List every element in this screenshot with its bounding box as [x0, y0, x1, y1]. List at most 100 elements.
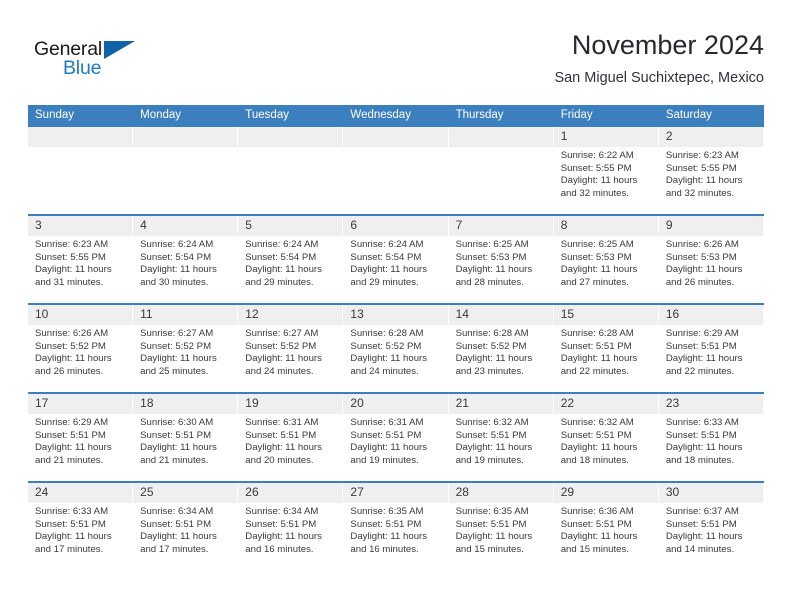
calendar-day-cell[interactable]: 23 Sunrise: 6:33 AM Sunset: 5:51 PM Dayligh…	[658, 392, 764, 482]
calendar-day-cell[interactable]: 21 Sunrise: 6:32 AM Sunset: 5:51 PM Dayligh…	[448, 392, 554, 482]
day-cell-inner: 20 Sunrise: 6:31 AM Sunset: 5:51 PM Dayligh…	[343, 394, 448, 481]
title-block: November 2024 San Miguel Suchixtepec, Me…	[554, 28, 764, 88]
sunrise-text: Sunrise: 6:24 AM	[350, 239, 424, 250]
sunset-text: Sunset: 5:55 PM	[35, 251, 106, 263]
day-number: 4	[133, 216, 238, 236]
day-number: 20	[343, 394, 448, 414]
daylight-text: Daylight: 11 hours and 22 minutes.	[560, 353, 638, 377]
sunrise-text: Sunrise: 6:26 AM	[35, 328, 109, 339]
daylight-text: Daylight: 11 hours and 25 minutes.	[140, 353, 217, 377]
weekday-header-monday: Monday	[133, 105, 239, 126]
calendar-day-cell[interactable]: 1 Sunrise: 6:22 AM Sunset: 5:55 PM Daylight…	[553, 125, 659, 215]
calendar-week-row: 10 Sunrise: 6:26 AM Sunset: 5:52 PM Dayligh…	[28, 303, 764, 393]
sun-details: Sunrise: 6:34 AM Sunset: 5:51 PM Daylight:…	[133, 503, 237, 556]
daylight-text: Daylight: 11 hours and 24 minutes.	[245, 353, 322, 377]
day-cell-inner: 18 Sunrise: 6:30 AM Sunset: 5:51 PM Dayligh…	[133, 394, 238, 481]
calendar-day-cell[interactable]: 25 Sunrise: 6:34 AM Sunset: 5:51 PM Dayligh…	[133, 481, 239, 570]
sunset-text: Sunset: 5:51 PM	[560, 518, 632, 530]
calendar-day-cell[interactable]: 22 Sunrise: 6:32 AM Sunset: 5:51 PM Dayligh…	[553, 392, 659, 482]
calendar-day-cell[interactable]: 27 Sunrise: 6:35 AM Sunset: 5:51 PM Dayligh…	[343, 481, 449, 570]
sunrise-text: Sunrise: 6:29 AM	[35, 417, 109, 428]
sun-details: Sunrise: 6:29 AM Sunset: 5:51 PM Daylight:…	[28, 414, 132, 467]
sunset-text: Sunset: 5:51 PM	[560, 340, 632, 352]
day-number: 15	[553, 305, 658, 325]
sunrise-text: Sunrise: 6:24 AM	[245, 239, 319, 250]
sun-details: Sunrise: 6:23 AM Sunset: 5:55 PM Daylight:…	[659, 147, 763, 200]
day-cell-inner: 17 Sunrise: 6:29 AM Sunset: 5:51 PM Dayligh…	[28, 394, 133, 481]
day-number	[28, 127, 133, 147]
sun-details: Sunrise: 6:31 AM Sunset: 5:51 PM Daylight:…	[343, 414, 447, 467]
weekday-header-wednesday: Wednesday	[343, 105, 449, 126]
calendar-day-cell[interactable]: 9 Sunrise: 6:26 AM Sunset: 5:53 PM Daylight…	[658, 214, 764, 304]
day-cell-inner	[343, 127, 448, 214]
day-cell-inner: 29 Sunrise: 6:36 AM Sunset: 5:51 PM Dayligh…	[553, 483, 658, 570]
calendar-day-cell[interactable]: 19 Sunrise: 6:31 AM Sunset: 5:51 PM Dayligh…	[238, 392, 344, 482]
calendar-day-cell[interactable]: 26 Sunrise: 6:34 AM Sunset: 5:51 PM Dayligh…	[238, 481, 344, 570]
calendar-day-cell[interactable]: 6 Sunrise: 6:24 AM Sunset: 5:54 PM Daylight…	[343, 214, 449, 304]
sunset-text: Sunset: 5:53 PM	[560, 251, 632, 263]
daylight-text: Daylight: 11 hours and 19 minutes.	[350, 442, 428, 466]
calendar-day-cell[interactable]: 16 Sunrise: 6:29 AM Sunset: 5:51 PM Dayligh…	[658, 303, 764, 393]
calendar-day-cell[interactable]: 2 Sunrise: 6:23 AM Sunset: 5:55 PM Daylight…	[658, 125, 764, 215]
calendar-day-cell[interactable]: 13 Sunrise: 6:28 AM Sunset: 5:52 PM Dayligh…	[343, 303, 449, 393]
calendar-day-cell[interactable]: 12 Sunrise: 6:27 AM Sunset: 5:52 PM Dayligh…	[238, 303, 344, 393]
daylight-text: Daylight: 11 hours and 15 minutes.	[560, 531, 638, 555]
sun-details: Sunrise: 6:25 AM Sunset: 5:53 PM Daylight:…	[554, 236, 658, 289]
calendar-day-cell[interactable]: 3 Sunrise: 6:23 AM Sunset: 5:55 PM Daylight…	[28, 214, 134, 304]
day-cell-inner: 2 Sunrise: 6:23 AM Sunset: 5:55 PM Daylight…	[658, 127, 763, 214]
sun-details: Sunrise: 6:37 AM Sunset: 5:51 PM Daylight:…	[659, 503, 763, 556]
calendar-day-cell[interactable]: 18 Sunrise: 6:30 AM Sunset: 5:51 PM Dayligh…	[133, 392, 239, 482]
calendar-day-cell[interactable]: 29 Sunrise: 6:36 AM Sunset: 5:51 PM Dayligh…	[553, 481, 659, 570]
daylight-text: Daylight: 11 hours and 18 minutes.	[560, 442, 638, 466]
sunset-text: Sunset: 5:51 PM	[35, 429, 106, 441]
calendar-week-row: 1 Sunrise: 6:22 AM Sunset: 5:55 PM Daylight…	[28, 125, 764, 215]
day-cell-inner: 8 Sunrise: 6:25 AM Sunset: 5:53 PM Daylight…	[553, 216, 658, 303]
day-cell-inner: 10 Sunrise: 6:26 AM Sunset: 5:52 PM Dayligh…	[28, 305, 133, 392]
sunrise-text: Sunrise: 6:35 AM	[350, 506, 424, 517]
calendar-day-cell[interactable]: 4 Sunrise: 6:24 AM Sunset: 5:54 PM Daylight…	[133, 214, 239, 304]
calendar-day-cell[interactable]: 7 Sunrise: 6:25 AM Sunset: 5:53 PM Daylight…	[448, 214, 554, 304]
calendar-day-cell[interactable]: 11 Sunrise: 6:27 AM Sunset: 5:52 PM Dayligh…	[133, 303, 239, 393]
daylight-text: Daylight: 11 hours and 29 minutes.	[350, 264, 428, 288]
calendar-day-cell[interactable]: 17 Sunrise: 6:29 AM Sunset: 5:51 PM Dayligh…	[28, 392, 134, 482]
calendar-day-cell[interactable]: 24 Sunrise: 6:33 AM Sunset: 5:51 PM Dayligh…	[28, 481, 134, 570]
daylight-text: Daylight: 11 hours and 16 minutes.	[350, 531, 428, 555]
calendar-day-cell[interactable]: 28 Sunrise: 6:35 AM Sunset: 5:51 PM Dayligh…	[448, 481, 554, 570]
sunrise-text: Sunrise: 6:31 AM	[245, 417, 319, 428]
calendar-day-cell[interactable]: 8 Sunrise: 6:25 AM Sunset: 5:53 PM Daylight…	[553, 214, 659, 304]
sunset-text: Sunset: 5:52 PM	[350, 340, 422, 352]
calendar-day-cell[interactable]: 5 Sunrise: 6:24 AM Sunset: 5:54 PM Daylight…	[238, 214, 344, 304]
daylight-text: Daylight: 11 hours and 31 minutes.	[35, 264, 112, 288]
day-number	[448, 127, 553, 147]
sun-details: Sunrise: 6:28 AM Sunset: 5:51 PM Daylight:…	[554, 325, 658, 378]
daylight-text: Daylight: 11 hours and 22 minutes.	[665, 353, 743, 377]
day-cell-inner: 13 Sunrise: 6:28 AM Sunset: 5:52 PM Dayligh…	[343, 305, 448, 392]
daylight-text: Daylight: 11 hours and 23 minutes.	[455, 353, 533, 377]
sun-details: Sunrise: 6:34 AM Sunset: 5:51 PM Daylight:…	[238, 503, 342, 556]
general-blue-logo[interactable]: General Blue	[34, 38, 154, 86]
daylight-text: Daylight: 11 hours and 14 minutes.	[665, 531, 743, 555]
sunrise-text: Sunrise: 6:31 AM	[350, 417, 424, 428]
day-number: 5	[238, 216, 343, 236]
calendar-day-cell[interactable]: 14 Sunrise: 6:28 AM Sunset: 5:52 PM Dayligh…	[448, 303, 554, 393]
daylight-text: Daylight: 11 hours and 24 minutes.	[350, 353, 428, 377]
day-number: 3	[28, 216, 133, 236]
sunset-text: Sunset: 5:54 PM	[140, 251, 212, 263]
day-cell-inner	[448, 127, 553, 214]
day-cell-inner: 22 Sunrise: 6:32 AM Sunset: 5:51 PM Dayligh…	[553, 394, 658, 481]
calendar-week-row: 17 Sunrise: 6:29 AM Sunset: 5:51 PM Dayligh…	[28, 392, 764, 482]
daylight-text: Daylight: 11 hours and 21 minutes.	[35, 442, 112, 466]
daylight-text: Daylight: 11 hours and 28 minutes.	[455, 264, 533, 288]
day-number: 18	[133, 394, 238, 414]
daylight-text: Daylight: 11 hours and 26 minutes.	[35, 353, 112, 377]
sunset-text: Sunset: 5:52 PM	[140, 340, 212, 352]
calendar-day-cell[interactable]: 15 Sunrise: 6:28 AM Sunset: 5:51 PM Dayligh…	[553, 303, 659, 393]
calendar-day-cell[interactable]: 30 Sunrise: 6:37 AM Sunset: 5:51 PM Dayligh…	[658, 481, 764, 570]
calendar-day-cell[interactable]: 20 Sunrise: 6:31 AM Sunset: 5:51 PM Dayligh…	[343, 392, 449, 482]
calendar-day-cell[interactable]: 10 Sunrise: 6:26 AM Sunset: 5:52 PM Dayligh…	[28, 303, 134, 393]
sunset-text: Sunset: 5:52 PM	[455, 340, 527, 352]
sunset-text: Sunset: 5:51 PM	[140, 518, 212, 530]
daylight-text: Daylight: 11 hours and 30 minutes.	[140, 264, 217, 288]
sun-details: Sunrise: 6:33 AM Sunset: 5:51 PM Daylight:…	[28, 503, 132, 556]
sunset-text: Sunset: 5:53 PM	[665, 251, 737, 263]
